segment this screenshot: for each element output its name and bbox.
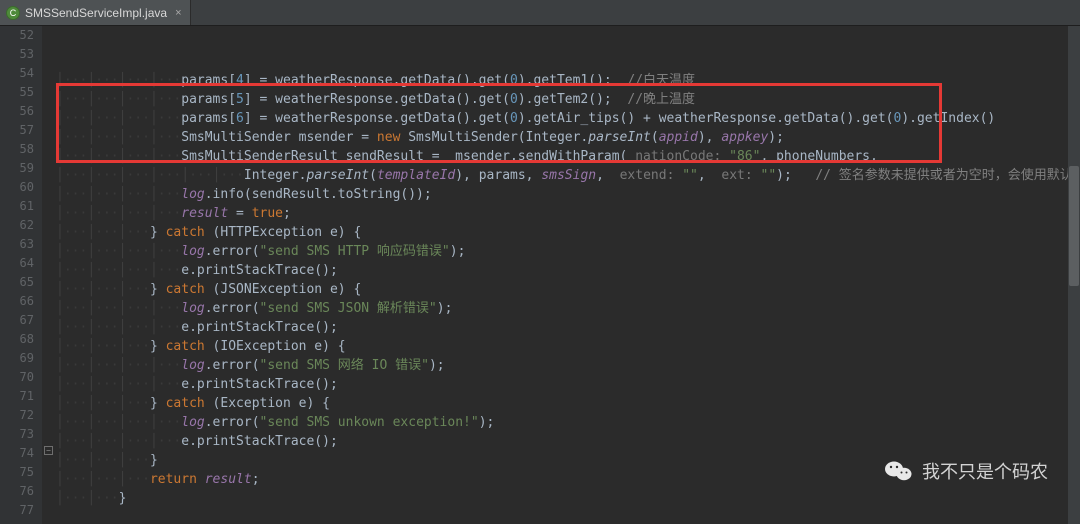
tab-bar: C SMSSendServiceImpl.java × bbox=[0, 0, 1080, 26]
line-number: 72 bbox=[0, 406, 34, 425]
code-line[interactable]: │···│···│···│···result = true; bbox=[56, 204, 1080, 223]
line-number: 71 bbox=[0, 387, 34, 406]
line-number: 64 bbox=[0, 254, 34, 273]
line-number: 63 bbox=[0, 235, 34, 254]
watermark-text: 我不只是个码农 bbox=[922, 458, 1048, 484]
code-line[interactable]: │···│···│···│···params[4] = weatherRespo… bbox=[56, 71, 1080, 90]
file-tab[interactable]: C SMSSendServiceImpl.java × bbox=[0, 0, 191, 25]
code-line[interactable]: │···│···│···│···log.error("send SMS HTTP… bbox=[56, 242, 1080, 261]
code-line[interactable]: │···│···│···│···e.printStackTrace(); bbox=[56, 432, 1080, 451]
line-number: 73 bbox=[0, 425, 34, 444]
line-number: 57 bbox=[0, 121, 34, 140]
line-number: 76 bbox=[0, 482, 34, 501]
line-number: 52 bbox=[0, 26, 34, 45]
line-number: 54 bbox=[0, 64, 34, 83]
code-line[interactable]: │···│···│···│···│···│···Integer.parseInt… bbox=[56, 166, 1080, 185]
scrollbar-thumb[interactable] bbox=[1069, 166, 1079, 286]
java-class-icon: C bbox=[6, 6, 20, 20]
line-number: 74 bbox=[0, 444, 34, 463]
line-number: 59 bbox=[0, 159, 34, 178]
line-number: 61 bbox=[0, 197, 34, 216]
tab-filename: SMSSendServiceImpl.java bbox=[25, 6, 167, 20]
wechat-icon bbox=[884, 456, 914, 486]
code-line[interactable]: │···│···│···│···params[6] = weatherRespo… bbox=[56, 109, 1080, 128]
line-number: 77 bbox=[0, 501, 34, 520]
code-editor[interactable]: │···│···│···│···params[4] = weatherRespo… bbox=[56, 26, 1080, 524]
line-number: 66 bbox=[0, 292, 34, 311]
line-number: 62 bbox=[0, 216, 34, 235]
fold-strip: − bbox=[42, 26, 56, 524]
code-line[interactable]: │···│···│···│···SmsMultiSenderResult sen… bbox=[56, 147, 1080, 166]
code-line[interactable]: │···│···│···} catch (Exception e) { bbox=[56, 394, 1080, 413]
svg-text:C: C bbox=[10, 8, 17, 18]
code-line[interactable]: │···│···│···│···SmsMultiSender msender =… bbox=[56, 128, 1080, 147]
line-number: 69 bbox=[0, 349, 34, 368]
line-number: 60 bbox=[0, 178, 34, 197]
vertical-scrollbar[interactable] bbox=[1068, 26, 1080, 524]
code-line[interactable]: │···│···} bbox=[56, 489, 1080, 508]
line-number: 67 bbox=[0, 311, 34, 330]
code-line[interactable]: │···│···│···│···e.printStackTrace(); bbox=[56, 318, 1080, 337]
code-line[interactable]: │···│···│···│···e.printStackTrace(); bbox=[56, 375, 1080, 394]
code-line[interactable]: │···│···│···} catch (IOException e) { bbox=[56, 337, 1080, 356]
fold-marker-icon[interactable]: − bbox=[44, 446, 53, 455]
line-number: 68 bbox=[0, 330, 34, 349]
code-line[interactable]: │···│···│···} catch (HTTPException e) { bbox=[56, 223, 1080, 242]
line-number: 56 bbox=[0, 102, 34, 121]
code-line[interactable]: │···│···│···│···e.printStackTrace(); bbox=[56, 261, 1080, 280]
line-number: 55 bbox=[0, 83, 34, 102]
watermark: 我不只是个码农 bbox=[884, 456, 1048, 486]
code-line[interactable] bbox=[56, 508, 1080, 524]
line-number: 53 bbox=[0, 45, 34, 64]
code-line[interactable]: │···│···│···│···params[5] = weatherRespo… bbox=[56, 90, 1080, 109]
line-number-gutter: 5253545556575859606162636465666768697071… bbox=[0, 26, 42, 524]
line-number: 58 bbox=[0, 140, 34, 159]
code-line[interactable]: │···│···│···│···log.error("send SMS JSON… bbox=[56, 299, 1080, 318]
editor-area: 5253545556575859606162636465666768697071… bbox=[0, 26, 1080, 524]
code-line[interactable]: │···│···│···} catch (JSONException e) { bbox=[56, 280, 1080, 299]
code-line[interactable]: │···│···│···│···log.info(sendResult.toSt… bbox=[56, 185, 1080, 204]
line-number: 70 bbox=[0, 368, 34, 387]
code-line[interactable]: │···│···│···│···log.error("send SMS unko… bbox=[56, 413, 1080, 432]
close-icon[interactable]: × bbox=[175, 7, 181, 19]
line-number: 65 bbox=[0, 273, 34, 292]
line-number: 75 bbox=[0, 463, 34, 482]
code-line[interactable]: │···│···│···│···log.error("send SMS 网络 I… bbox=[56, 356, 1080, 375]
